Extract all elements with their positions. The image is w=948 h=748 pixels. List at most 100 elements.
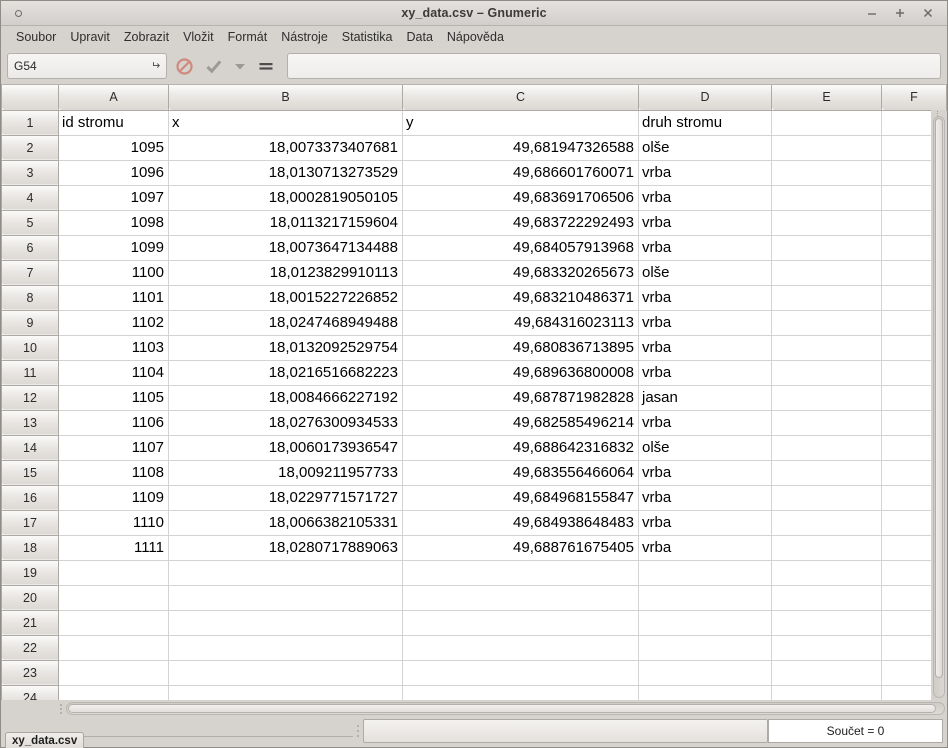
row-header-19[interactable]: 19 [1,559,59,586]
row-header-1[interactable]: 1 [1,109,59,136]
cell-B4[interactable]: 18,0002819050105 [168,185,403,211]
cell-A14[interactable]: 1107 [58,435,169,461]
vertical-scrollbar[interactable]: ⋮ [931,110,946,700]
cell-D7[interactable]: olše [638,260,772,286]
row-header-24[interactable]: 24 [1,684,59,700]
cancel-icon[interactable] [169,53,199,79]
row-header-20[interactable]: 20 [1,584,59,611]
cell-B14[interactable]: 18,0060173936547 [168,435,403,461]
cell-B2[interactable]: 18,0073373407681 [168,135,403,161]
vertical-scroll-thumb[interactable] [935,118,943,678]
menu-item-format[interactable]: Formát [221,28,275,46]
cell-A23[interactable] [58,660,169,686]
cell-A11[interactable]: 1104 [58,360,169,386]
cell-A10[interactable]: 1103 [58,335,169,361]
cell-D8[interactable]: vrba [638,285,772,311]
cell-A3[interactable]: 1096 [58,160,169,186]
row-header-17[interactable]: 17 [1,509,59,536]
cell-E3[interactable] [771,160,882,186]
name-box[interactable]: G54 ↵ [7,53,167,79]
cell-E1[interactable] [771,110,882,136]
minimize-button[interactable] [865,5,879,21]
cell-E22[interactable] [771,635,882,661]
equals-sign-icon[interactable] [251,53,281,79]
cell-E21[interactable] [771,610,882,636]
cell-B13[interactable]: 18,0276300934533 [168,410,403,436]
cell-B19[interactable] [168,560,403,586]
cell-D16[interactable]: vrba [638,485,772,511]
cell-C2[interactable]: 49,681947326588 [402,135,639,161]
row-header-18[interactable]: 18 [1,534,59,561]
row-header-10[interactable]: 10 [1,334,59,361]
cell-D18[interactable]: vrba [638,535,772,561]
menu-item-data[interactable]: Data [400,28,440,46]
cell-D22[interactable] [638,635,772,661]
select-all-corner[interactable] [1,85,59,111]
column-header-e[interactable]: E [771,85,882,111]
row-header-22[interactable]: 22 [1,634,59,661]
cell-E14[interactable] [771,435,882,461]
formula-input[interactable] [287,53,941,79]
cell-E6[interactable] [771,235,882,261]
cell-E10[interactable] [771,335,882,361]
cell-A8[interactable]: 1101 [58,285,169,311]
cell-E23[interactable] [771,660,882,686]
row-header-6[interactable]: 6 [1,234,59,261]
cell-B8[interactable]: 18,0015227226852 [168,285,403,311]
cell-D3[interactable]: vrba [638,160,772,186]
cell-C8[interactable]: 49,683210486371 [402,285,639,311]
cell-E8[interactable] [771,285,882,311]
cell-E20[interactable] [771,585,882,611]
cell-C12[interactable]: 49,687871982828 [402,385,639,411]
cell-D24[interactable] [638,685,772,700]
cell-A9[interactable]: 1102 [58,310,169,336]
cell-B22[interactable] [168,635,403,661]
row-header-9[interactable]: 9 [1,309,59,336]
menu-item-upravit[interactable]: Upravit [63,28,117,46]
cell-C9[interactable]: 49,684316023113 [402,310,639,336]
cell-E5[interactable] [771,210,882,236]
cell-E11[interactable] [771,360,882,386]
cell-D10[interactable]: vrba [638,335,772,361]
cell-E4[interactable] [771,185,882,211]
cell-E13[interactable] [771,410,882,436]
cell-B21[interactable] [168,610,403,636]
menu-item-nastroje[interactable]: Nástroje [274,28,335,46]
cell-B10[interactable]: 18,0132092529754 [168,335,403,361]
cell-D11[interactable]: vrba [638,360,772,386]
horizontal-scroll-thumb[interactable] [68,704,937,713]
cell-A6[interactable]: 1099 [58,235,169,261]
column-header-d[interactable]: D [638,85,772,111]
cell-D1[interactable]: druh stromu [638,110,772,136]
cell-B20[interactable] [168,585,403,611]
cell-E16[interactable] [771,485,882,511]
cell-D13[interactable]: vrba [638,410,772,436]
cell-C19[interactable] [402,560,639,586]
row-header-11[interactable]: 11 [1,359,59,386]
cell-C13[interactable]: 49,682585496214 [402,410,639,436]
cell-C21[interactable] [402,610,639,636]
vertical-scroll-trough[interactable] [933,116,945,698]
cell-E2[interactable] [771,135,882,161]
cell-D20[interactable] [638,585,772,611]
cell-B24[interactable] [168,685,403,700]
cell-E18[interactable] [771,535,882,561]
cell-D21[interactable] [638,610,772,636]
cell-C1[interactable]: y [402,110,639,136]
cell-C5[interactable]: 49,683722292493 [402,210,639,236]
cell-E17[interactable] [771,510,882,536]
cell-A2[interactable]: 1095 [58,135,169,161]
cell-A17[interactable]: 1110 [58,510,169,536]
cell-C14[interactable]: 49,688642316832 [402,435,639,461]
cell-B18[interactable]: 18,0280717889063 [168,535,403,561]
cell-A22[interactable] [58,635,169,661]
accept-check-icon[interactable] [199,53,229,79]
cell-D17[interactable]: vrba [638,510,772,536]
cell-C16[interactable]: 49,684968155847 [402,485,639,511]
cell-D4[interactable]: vrba [638,185,772,211]
menu-item-vlozit[interactable]: Vložit [176,28,221,46]
cell-A7[interactable]: 1100 [58,260,169,286]
row-header-14[interactable]: 14 [1,434,59,461]
cell-B1[interactable]: x [168,110,403,136]
cell-C10[interactable]: 49,680836713895 [402,335,639,361]
